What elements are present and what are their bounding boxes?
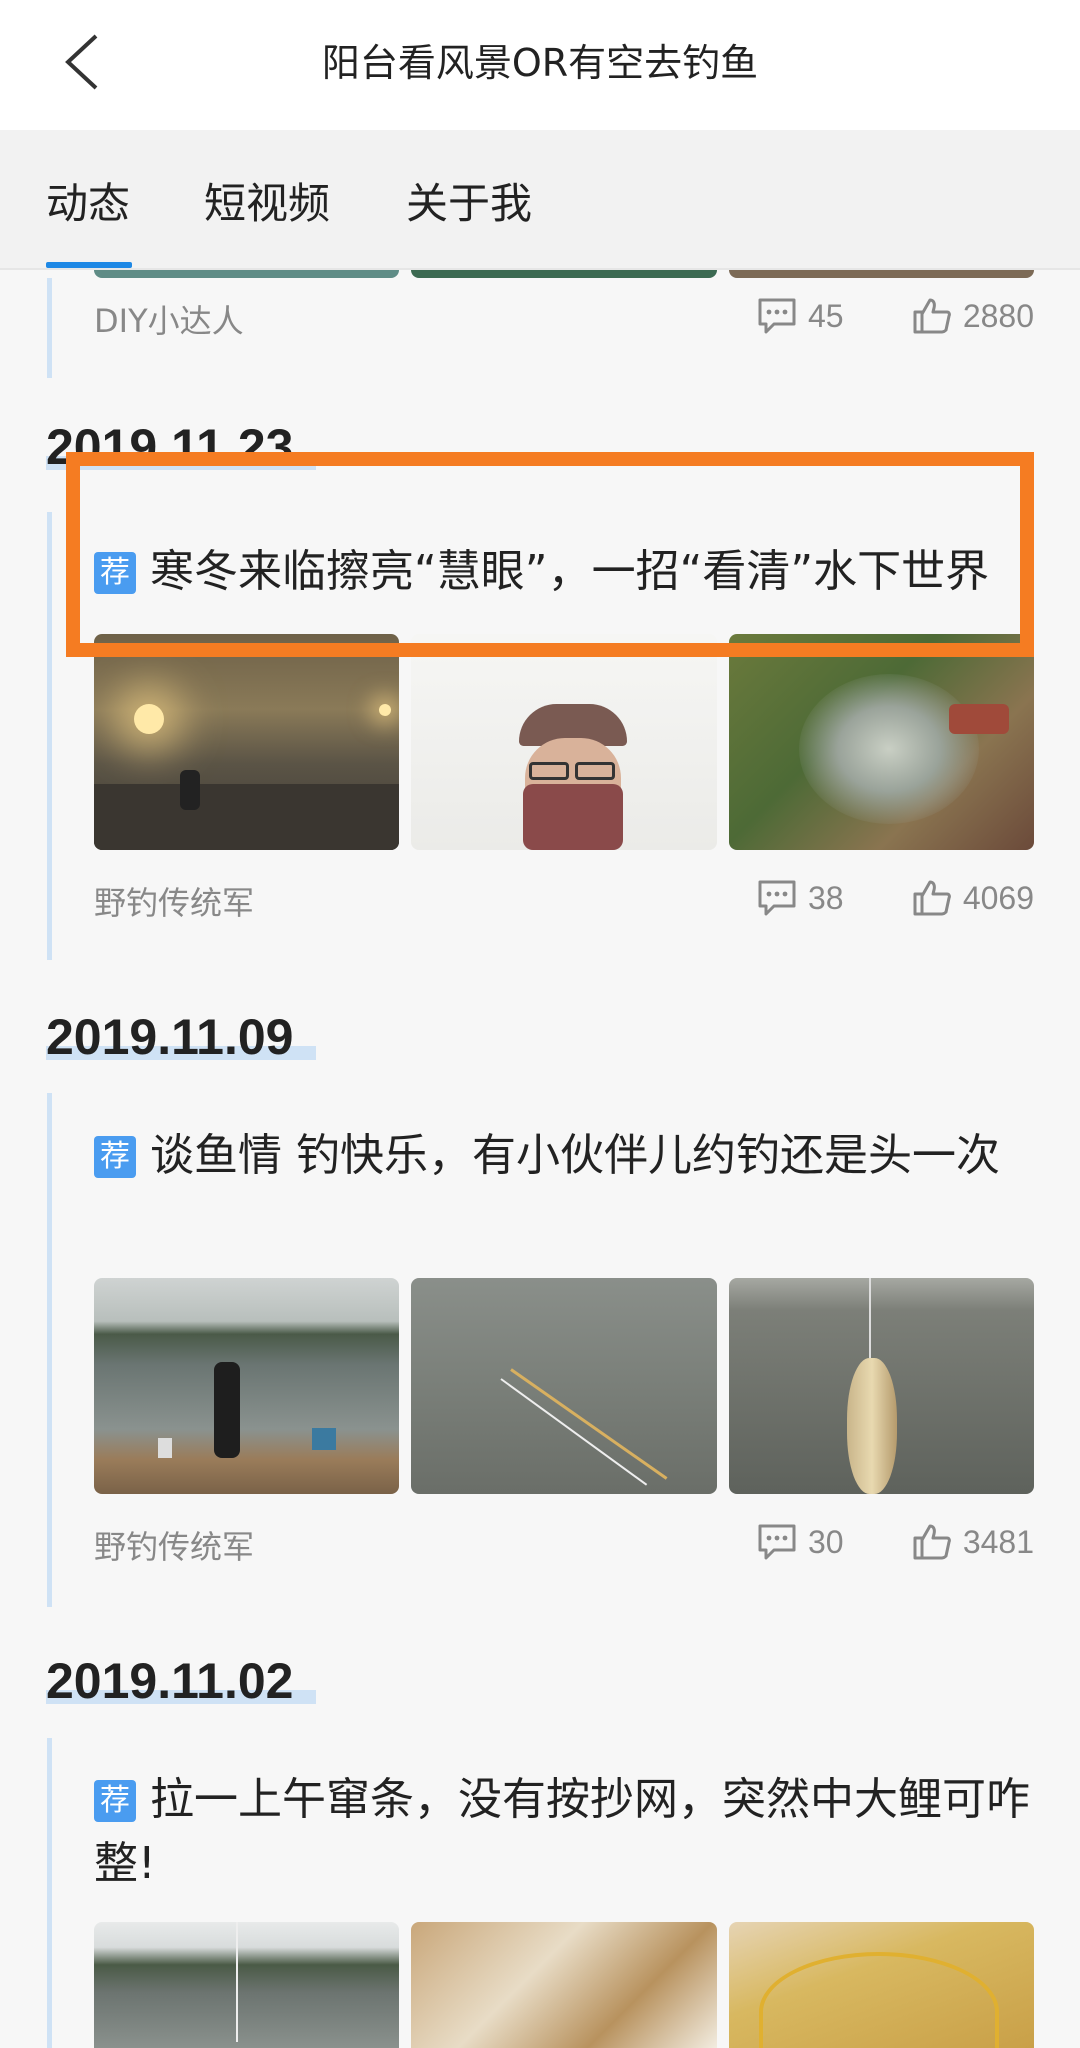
comment-icon: [758, 298, 796, 334]
post-image[interactable]: [411, 1922, 717, 2048]
tab-bar: 动态 短视频 关于我: [0, 130, 1080, 270]
comment-count[interactable]: 45: [756, 296, 844, 336]
active-tab-indicator: [46, 262, 132, 268]
post-meta: DIY小达人 45 2880: [94, 290, 1034, 342]
post-image[interactable]: [728, 1922, 1034, 2048]
date-heading: 2019.11.02: [46, 1653, 294, 1709]
post-author[interactable]: DIY小达人: [94, 296, 244, 342]
post-author[interactable]: 野钓传统军: [94, 878, 254, 924]
post-title[interactable]: 荐拉一上午窜条，没有按抄网，突然中大鲤可咋整!: [94, 1768, 1034, 1896]
timeline-line: [47, 278, 52, 378]
remnant-image-strip: [94, 270, 1034, 278]
tab-dynamic[interactable]: 动态: [46, 170, 130, 231]
highlight-box: [66, 452, 1034, 657]
post-author[interactable]: 野钓传统军: [94, 1522, 254, 1568]
app-header: 阳台看风景OR有空去钓鱼: [0, 0, 1080, 130]
thumbs-up-icon: [913, 298, 951, 334]
post-images: [94, 634, 1034, 850]
tab-short-video[interactable]: 短视频: [204, 170, 330, 231]
post-image[interactable]: [728, 1278, 1034, 1494]
timeline-line: [47, 1738, 52, 2048]
comment-count[interactable]: 38: [756, 878, 844, 918]
post-image[interactable]: [411, 634, 717, 850]
date-heading: 2019.11.09: [46, 1009, 294, 1065]
comment-icon: [758, 880, 796, 916]
post-images: [94, 1278, 1034, 1494]
like-count[interactable]: 2880: [911, 296, 1034, 336]
post-image[interactable]: [94, 1278, 400, 1494]
post-image[interactable]: [411, 1278, 717, 1494]
post-meta: 野钓传统军 38 4069: [94, 872, 1034, 924]
post-meta: 野钓传统军 30 3481: [94, 1516, 1034, 1568]
timeline-line: [47, 512, 52, 960]
thumbs-up-icon: [913, 1524, 951, 1560]
recommended-badge: 荐: [94, 1136, 136, 1178]
page-title: 阳台看风景OR有空去钓鱼: [321, 41, 759, 85]
post-image[interactable]: [94, 634, 400, 850]
comment-icon: [758, 1524, 796, 1560]
comment-count[interactable]: 30: [756, 1522, 844, 1562]
post-image[interactable]: [728, 634, 1034, 850]
thumbs-up-icon: [913, 880, 951, 916]
post-image[interactable]: [94, 1922, 400, 2048]
recommended-badge: 荐: [94, 1780, 136, 1822]
like-count[interactable]: 3481: [911, 1522, 1034, 1562]
post-title[interactable]: 荐谈鱼情 钓快乐，有小伙伴儿约钓还是头一次: [94, 1124, 1034, 1188]
timeline-line: [47, 1093, 52, 1607]
post-images: [94, 1922, 1034, 2048]
tab-about-me[interactable]: 关于我: [406, 170, 532, 231]
like-count[interactable]: 4069: [911, 878, 1034, 918]
